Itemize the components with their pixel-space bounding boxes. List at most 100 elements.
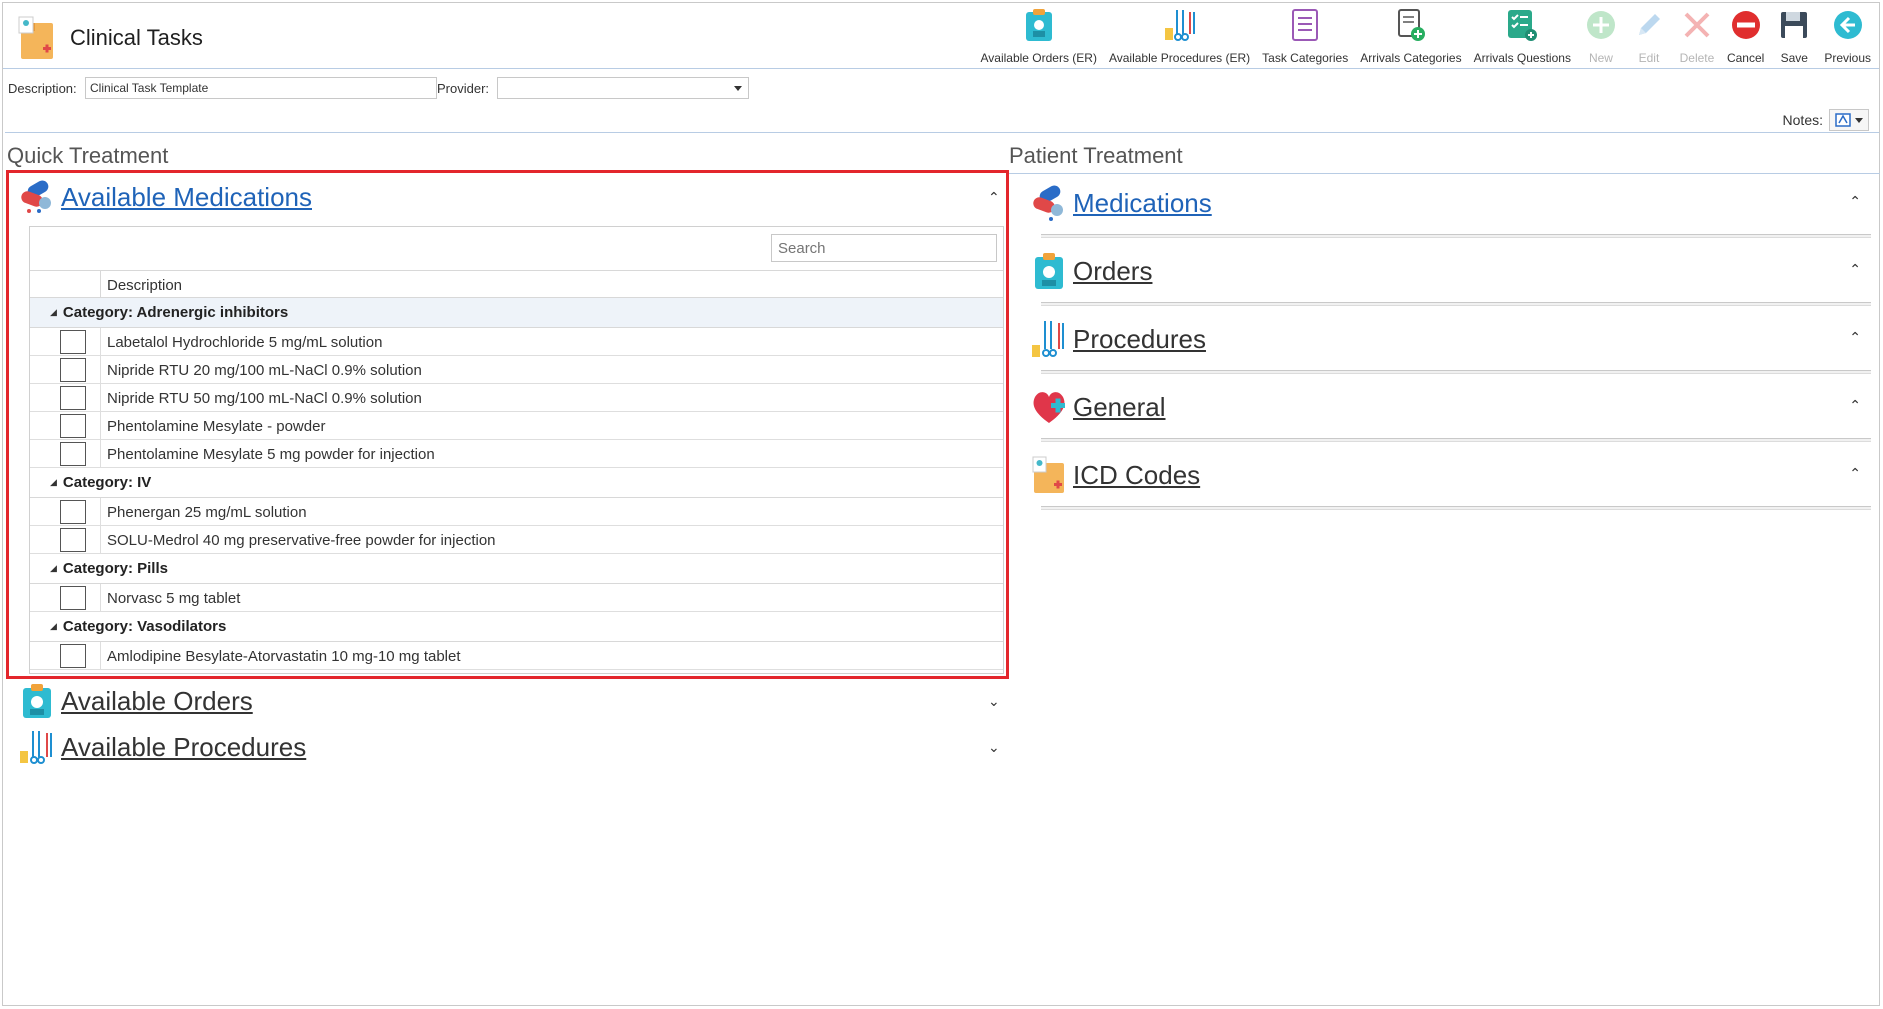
collapse-triangle-icon[interactable]: ◢	[50, 563, 57, 574]
clipboard-orders-icon	[1035, 253, 1063, 289]
category-row[interactable]: ◢ Category: Vasodilators	[30, 612, 1003, 642]
patient-group-medications: Medications ⌃	[1031, 183, 1871, 249]
icd-codes-panel-bar	[1041, 506, 1871, 510]
available-medications-header[interactable]: Available Medications	[19, 179, 312, 215]
description-field[interactable]	[85, 77, 437, 99]
list-item[interactable]: Phentolamine Mesylate - powder	[30, 412, 1003, 440]
medications-header[interactable]: Medications	[1031, 183, 1212, 223]
procedures-header[interactable]: Procedures	[1031, 319, 1206, 359]
procedures-link[interactable]: Procedures	[1073, 324, 1206, 355]
row-checkbox[interactable]	[60, 528, 86, 552]
pills-icon	[1033, 185, 1063, 221]
patient-group-orders: Orders ⌃	[1031, 251, 1871, 317]
notes-icon	[1835, 113, 1851, 127]
medications-link[interactable]: Medications	[1073, 188, 1212, 219]
form-row: Description: Provider:	[3, 70, 1879, 104]
task-list-icon	[1292, 9, 1319, 41]
header-bar: Clinical Tasks Available Orders (ER) Ava…	[3, 3, 1879, 69]
save-button[interactable]: Save	[1770, 7, 1818, 67]
cancel-button[interactable]: Cancel	[1721, 7, 1770, 67]
arrivals-questions-button[interactable]: Arrivals Questions	[1468, 7, 1577, 67]
list-item[interactable]: Phentolamine Mesylate 5 mg powder for in…	[30, 440, 1003, 468]
chevron-down-icon[interactable]: ⌄	[988, 739, 1000, 756]
chevron-up-icon[interactable]: ⌃	[1849, 397, 1861, 414]
available-orders-link[interactable]: Available Orders	[61, 686, 253, 717]
arrivals-categories-button[interactable]: Arrivals Categories	[1354, 7, 1467, 67]
grid-column-header: Description	[30, 270, 1003, 298]
patient-group-icd-codes: ICD Codes ⌃	[1031, 455, 1871, 521]
section-divider	[5, 132, 1879, 133]
list-item[interactable]: Labetalol Hydrochloride 5 mg/mL solution	[30, 328, 1003, 356]
chevron-up-icon[interactable]: ⌃	[1849, 193, 1861, 210]
description-label: Description:	[8, 81, 77, 96]
collapse-triangle-icon[interactable]: ◢	[50, 621, 57, 632]
available-procedures-er-button[interactable]: Available Procedures (ER)	[1103, 7, 1256, 67]
row-checkbox[interactable]	[60, 586, 86, 610]
chevron-up-icon[interactable]: ⌃	[1849, 261, 1861, 278]
notes-dropdown-button[interactable]	[1829, 109, 1869, 131]
row-checkbox[interactable]	[60, 442, 86, 466]
available-procedures-link[interactable]: Available Procedures	[61, 732, 306, 763]
notes-area: Notes:	[1783, 109, 1869, 131]
row-checkbox[interactable]	[60, 386, 86, 410]
category-row[interactable]: ◢ Category: Pills	[30, 554, 1003, 584]
chevron-down-icon[interactable]: ⌄	[988, 693, 1000, 710]
chevron-up-icon[interactable]: ⌃	[1849, 465, 1861, 482]
general-link[interactable]: General	[1073, 392, 1166, 423]
category-row[interactable]: ◢ Category: Adrenergic inhibitors	[30, 298, 1003, 328]
provider-dropdown[interactable]	[497, 77, 749, 99]
chevron-up-icon[interactable]: ⌃	[1849, 329, 1861, 346]
x-icon	[1684, 12, 1710, 38]
icd-codes-header[interactable]: ICD Codes	[1031, 455, 1200, 495]
orders-header[interactable]: Orders	[1031, 251, 1152, 291]
grid-rows: ◢ Category: Adrenergic inhibitors Labetal…	[30, 298, 1003, 670]
quick-treatment-title: Quick Treatment	[7, 143, 169, 168]
medications-panel-bar	[1041, 234, 1871, 238]
list-item[interactable]: SOLU-Medrol 40 mg preservative-free powd…	[30, 526, 1003, 554]
no-entry-icon	[1731, 11, 1760, 39]
surgical-tools-icon	[20, 731, 52, 764]
search-input[interactable]	[771, 234, 997, 262]
available-orders-header[interactable]: Available Orders	[19, 683, 253, 719]
collapse-triangle-icon[interactable]: ◢	[50, 477, 57, 488]
task-categories-button[interactable]: Task Categories	[1256, 7, 1354, 67]
collapse-triangle-icon[interactable]: ◢	[50, 307, 57, 318]
heart-plus-icon	[1033, 392, 1065, 423]
list-item[interactable]: Amlodipine Besylate-Atorvastatin 10 mg-1…	[30, 642, 1003, 670]
available-procedures-header[interactable]: Available Procedures	[19, 729, 306, 765]
row-checkbox[interactable]	[60, 644, 86, 668]
new-button[interactable]: New	[1577, 7, 1625, 67]
row-checkbox[interactable]	[60, 330, 86, 354]
available-orders-er-button[interactable]: Available Orders (ER)	[974, 7, 1102, 67]
surgical-tools-icon	[1164, 10, 1195, 41]
patient-group-procedures: Procedures ⌃	[1031, 319, 1871, 385]
medical-folder-icon	[1032, 456, 1064, 493]
list-item[interactable]: Norvasc 5 mg tablet	[30, 584, 1003, 612]
chevron-down-icon	[1855, 117, 1863, 123]
general-header[interactable]: General	[1031, 387, 1166, 427]
description-column-header[interactable]: Description	[107, 277, 182, 294]
list-item[interactable]: Nipride RTU 20 mg/100 mL-NaCl 0.9% solut…	[30, 356, 1003, 384]
list-item[interactable]: Phenergan 25 mg/mL solution	[30, 498, 1003, 526]
row-checkbox[interactable]	[60, 500, 86, 524]
toolbar: Available Orders (ER) Available Procedur…	[974, 7, 1877, 67]
procedures-panel-bar	[1041, 370, 1871, 374]
pencil-icon	[1638, 14, 1660, 35]
category-row[interactable]: ◢ Category: IV	[30, 468, 1003, 498]
chevron-up-icon[interactable]: ⌃	[988, 189, 1000, 206]
row-checkbox[interactable]	[60, 358, 86, 382]
previous-button[interactable]: Previous	[1818, 7, 1877, 67]
general-panel-bar	[1041, 438, 1871, 442]
clipboard-orders-icon	[23, 684, 51, 718]
pills-icon	[21, 180, 51, 213]
orders-link[interactable]: Orders	[1073, 256, 1152, 287]
available-medications-link[interactable]: Available Medications	[61, 182, 312, 213]
icd-codes-link[interactable]: ICD Codes	[1073, 460, 1200, 491]
arrow-left-circle-icon	[1833, 11, 1862, 39]
medications-grid: Description ◢Category: Adrenergic inhibi…	[29, 226, 1004, 674]
delete-button[interactable]: Delete	[1673, 7, 1721, 67]
row-checkbox[interactable]	[60, 414, 86, 438]
orders-panel-bar	[1041, 302, 1871, 306]
edit-button[interactable]: Edit	[1625, 7, 1673, 67]
list-item[interactable]: Nipride RTU 50 mg/100 mL-NaCl 0.9% solut…	[30, 384, 1003, 412]
